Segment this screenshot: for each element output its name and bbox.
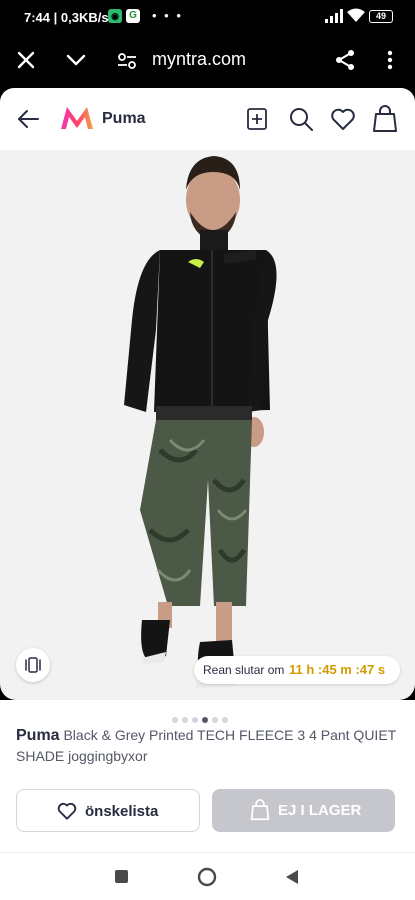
wifi-icon [347, 8, 365, 22]
home-icon[interactable] [197, 867, 217, 887]
heart-icon [57, 802, 77, 820]
more-notifications-icon: • • • [152, 8, 183, 23]
bag-icon [250, 799, 270, 821]
page-title: Puma [102, 110, 146, 127]
model-photo [124, 156, 277, 688]
wishlist-button[interactable]: önskelista [16, 789, 200, 832]
battery-icon: 49 [369, 10, 393, 23]
status-bar: 7:44 | 0,3KB/s ◉ G • • • 49 [0, 0, 415, 36]
recents-icon[interactable] [115, 870, 128, 883]
url-text[interactable]: myntra.com [152, 49, 246, 70]
system-nav-bar [0, 852, 415, 900]
chevron-down-icon[interactable] [64, 48, 88, 72]
carousel-dot[interactable] [192, 717, 198, 723]
product-details: Puma Black & Grey Printed TECH FLEECE 3 … [0, 700, 415, 852]
carousel-dot[interactable] [172, 717, 178, 723]
back-triangle-icon[interactable] [284, 868, 300, 886]
product-image[interactable]: Rean slutar om 11 h :45 m :47 s [0, 150, 415, 700]
product-name: Black & Grey Printed TECH FLEECE 3 4 Pan… [16, 727, 396, 764]
g-app-icon: G [126, 9, 140, 23]
view-similar-button[interactable] [16, 648, 50, 682]
view-similar-icon [25, 657, 41, 673]
share-icon[interactable] [333, 48, 357, 72]
search-icon[interactable] [288, 106, 314, 132]
image-carousel-indicator [172, 710, 232, 723]
carousel-dot[interactable] [222, 717, 228, 723]
browser-bar: myntra.com [0, 36, 415, 88]
signal-icon [325, 9, 343, 23]
out-of-stock-label: EJ I LAGER [278, 802, 362, 819]
shield-app-icon: ◉ [108, 9, 122, 23]
product-brand: Puma [16, 727, 60, 744]
add-to-collection-icon[interactable] [245, 106, 269, 132]
product-title: Puma Black & Grey Printed TECH FLEECE 3 … [16, 725, 401, 767]
site-settings-icon[interactable] [116, 50, 138, 72]
status-time: 7:44 | 0,3KB/s [24, 10, 109, 25]
sale-ends-label: Rean slutar om [203, 663, 285, 677]
sale-timer: 11 h :45 m :47 s [289, 662, 386, 677]
myntra-logo-icon[interactable] [60, 106, 94, 130]
back-arrow-icon[interactable] [16, 106, 42, 132]
more-menu-icon[interactable] [385, 48, 395, 72]
close-icon[interactable] [14, 48, 38, 72]
carousel-dot[interactable] [182, 717, 188, 723]
bag-icon[interactable] [372, 105, 398, 133]
carousel-dot-active[interactable] [202, 717, 208, 723]
out-of-stock-button[interactable]: EJ I LAGER [212, 789, 395, 832]
app-header: Puma [0, 88, 415, 150]
wishlist-heart-icon[interactable] [330, 106, 356, 132]
carousel-dot[interactable] [212, 717, 218, 723]
sale-countdown-badge: Rean slutar om 11 h :45 m :47 s [194, 656, 400, 684]
wishlist-label: önskelista [85, 803, 159, 820]
